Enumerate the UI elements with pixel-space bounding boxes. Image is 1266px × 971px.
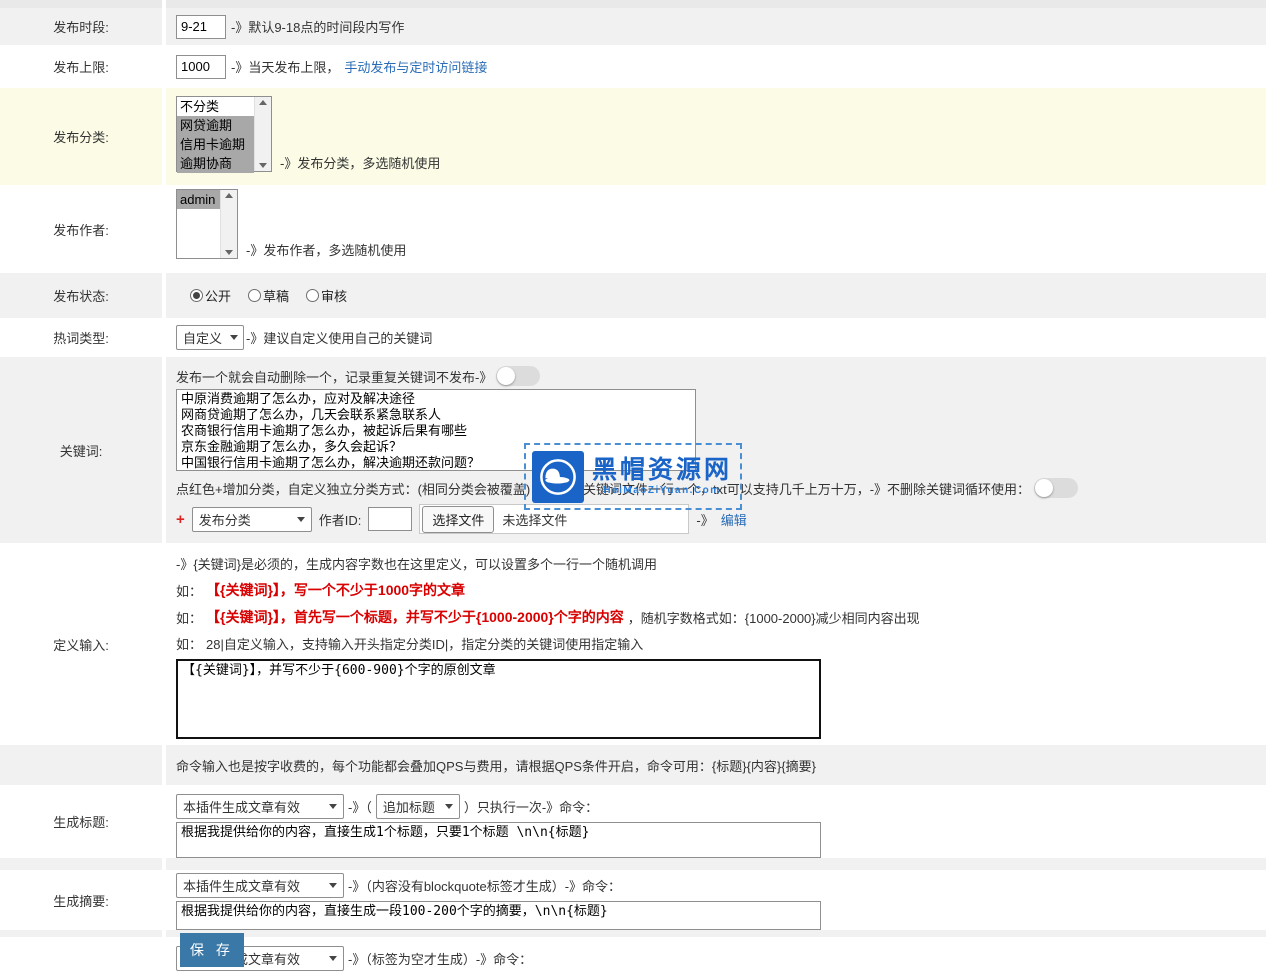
field-label: 热词类型: bbox=[0, 318, 166, 357]
field-label: 发布作者: bbox=[0, 185, 166, 273]
scroll-up-icon[interactable] bbox=[225, 193, 233, 198]
row-publish-status: 发布状态: 公开 草稿 审核 bbox=[0, 273, 1266, 318]
status-radio-review[interactable]: 审核 bbox=[306, 286, 347, 305]
summary-command-textarea[interactable]: 根据我提供给你的内容，直接生成一段100-200个字的摘要，\n\n{标题} bbox=[176, 901, 821, 930]
row-generate-summary: 生成摘要: 本插件生成文章有效 -》（内容没有blockquote标签才生成）-… bbox=[0, 870, 1266, 930]
author-id-label: 作者ID: bbox=[319, 510, 362, 529]
field-label: 生成摘要: bbox=[0, 870, 166, 930]
hotword-hint: -》建议自定义使用自己的关键词 bbox=[246, 328, 432, 347]
save-button[interactable]: 保 存 bbox=[180, 933, 244, 967]
publish-time-hint: -》默认9-18点的时间段内写作 bbox=[231, 17, 404, 36]
chevron-down-icon bbox=[297, 517, 305, 522]
title-append-select[interactable]: 追加标题 bbox=[376, 794, 460, 819]
keywords-textarea[interactable]: 中原消费逾期了怎么办，应对及解决途径 网商贷逾期了怎么办，几天会联系紧急联系人 … bbox=[176, 389, 696, 471]
hotword-type-select[interactable]: 自定义 bbox=[176, 325, 244, 350]
chevron-down-icon bbox=[329, 956, 337, 961]
author-multiselect[interactable]: admin bbox=[176, 189, 238, 259]
publish-time-input[interactable] bbox=[176, 15, 226, 39]
row-command-note: 命令输入也是按字收费的，每个功能都会叠加QPS与费用，请根据QPS条件开启，命令… bbox=[0, 745, 1266, 785]
file-status-text: 未选择文件 bbox=[502, 510, 567, 529]
chevron-down-icon bbox=[329, 883, 337, 888]
keywords-toggle2-text: 点红色+增加分类，自定义独立分类方式：(相同分类会被覆盖)，上传txt关键词文件… bbox=[176, 479, 1030, 498]
radio-icon[interactable] bbox=[306, 289, 319, 302]
category-multiselect[interactable]: 不分类 网贷逾期 信用卡逾期 逾期协商 bbox=[176, 96, 272, 172]
arrow-text: -》 bbox=[696, 510, 713, 529]
field-label: 发布分类: bbox=[0, 88, 166, 185]
row-publish-author: 发布作者: admin -》发布作者，多选随机使用 bbox=[0, 185, 1266, 273]
field-label: 发布状态: bbox=[0, 273, 166, 318]
listbox-scrollbar[interactable] bbox=[254, 97, 271, 171]
listbox-option[interactable]: 逾期协商 bbox=[177, 154, 254, 173]
row-publish-time: 发布时段: -》默认9-18点的时间段内写作 bbox=[0, 8, 1266, 45]
row-custom-input: 定义输入: -》{关键词}是必须的，生成内容字数也在这里定义，可以设置多个一行一… bbox=[0, 543, 1266, 745]
category-hint: -》发布分类，多选随机使用 bbox=[280, 153, 440, 172]
listbox-option[interactable]: admin bbox=[177, 190, 220, 209]
radio-checked-icon[interactable] bbox=[190, 289, 203, 302]
author-id-input[interactable] bbox=[368, 507, 412, 531]
listbox-scrollbar[interactable] bbox=[220, 190, 237, 258]
row-generate-title: 生成标题: 本插件生成文章有效 -》（ 追加标题 ）只执行一次-》命令： 根据我… bbox=[0, 785, 1266, 858]
field-label: 定义输入: bbox=[0, 543, 166, 745]
example-command-2: 【{关键词}】，首先写一个标题，并写不少于{1000-2000}个字的内容 bbox=[206, 607, 624, 627]
chevron-down-icon bbox=[230, 335, 238, 340]
field-label: 关键词: bbox=[0, 357, 166, 543]
file-input[interactable]: 选择文件 未选择文件 bbox=[419, 504, 689, 534]
publish-limit-input[interactable] bbox=[176, 55, 226, 79]
status-radio-public[interactable]: 公开 bbox=[190, 286, 231, 305]
row-hotword-type: 热词类型: 自定义 -》建议自定义使用自己的关键词 bbox=[0, 318, 1266, 357]
custom-input-hint: -》{关键词}是必须的，生成内容字数也在这里定义，可以设置多个一行一个随机调用 bbox=[176, 554, 657, 573]
row-publish-category: 发布分类: 不分类 网贷逾期 信用卡逾期 逾期协商 -》发布分类，多选随机使用 bbox=[0, 88, 1266, 185]
field-label: 发布上限: bbox=[0, 45, 166, 88]
title-command-textarea[interactable]: 根据我提供给你的内容，直接生成1个标题，只要1个标题 \n\n{标题} bbox=[176, 822, 821, 858]
example-command-1: 【{关键词}】，写一个不少于1000字的文章 bbox=[206, 580, 465, 600]
manual-publish-link[interactable]: 手动发布与定时访问链接 bbox=[344, 57, 487, 76]
summary-mode-select[interactable]: 本插件生成文章有效 bbox=[176, 873, 344, 898]
scroll-down-icon[interactable] bbox=[259, 163, 267, 168]
command-note-text: 命令输入也是按字收费的，每个功能都会叠加QPS与费用，请根据QPS条件开启，命令… bbox=[176, 756, 816, 775]
title-mode-select[interactable]: 本插件生成文章有效 bbox=[176, 794, 344, 819]
custom-input-textarea[interactable]: 【{关键词}】，并写不少于{600-900}个字的原创文章 bbox=[176, 659, 821, 739]
keywords-toggle1-text: 发布一个就会自动删除一个，记录重复关键词不发布-》 bbox=[176, 367, 492, 386]
chevron-down-icon bbox=[329, 804, 337, 809]
row-separator bbox=[0, 858, 1266, 870]
listbox-option[interactable]: 不分类 bbox=[177, 97, 254, 116]
example-command-3: 28|自定义输入，支持输入开头指定分类ID|，指定分类的关键词使用指定输入 bbox=[206, 634, 643, 653]
delete-after-publish-toggle[interactable] bbox=[496, 366, 540, 386]
row-separator-top bbox=[0, 0, 1266, 8]
author-hint: -》发布作者，多选随机使用 bbox=[246, 240, 406, 259]
chevron-down-icon bbox=[445, 804, 453, 809]
row-publish-limit: 发布上限: -》当天发布上限， 手动发布与定时访问链接 bbox=[0, 45, 1266, 88]
scroll-down-icon[interactable] bbox=[225, 250, 233, 255]
publish-limit-hint: -》当天发布上限， bbox=[231, 57, 339, 76]
keyword-category-select[interactable]: 发布分类 bbox=[192, 507, 312, 532]
scroll-up-icon[interactable] bbox=[259, 100, 267, 105]
edit-link[interactable]: 编辑 bbox=[721, 510, 747, 529]
listbox-option[interactable]: 信用卡逾期 bbox=[177, 135, 254, 154]
status-radio-draft[interactable]: 草稿 bbox=[248, 286, 289, 305]
keyword-loop-toggle[interactable] bbox=[1034, 478, 1078, 498]
row-keywords: 关键词: 发布一个就会自动删除一个，记录重复关键词不发布-》 中原消费逾期了怎么… bbox=[0, 357, 1266, 543]
choose-file-button[interactable]: 选择文件 bbox=[422, 506, 494, 533]
radio-icon[interactable] bbox=[248, 289, 261, 302]
field-label: 发布时段: bbox=[0, 8, 166, 45]
field-label: 生成标题: bbox=[0, 785, 166, 858]
listbox-option[interactable]: 网贷逾期 bbox=[177, 116, 254, 135]
add-category-button[interactable]: + bbox=[176, 511, 185, 528]
